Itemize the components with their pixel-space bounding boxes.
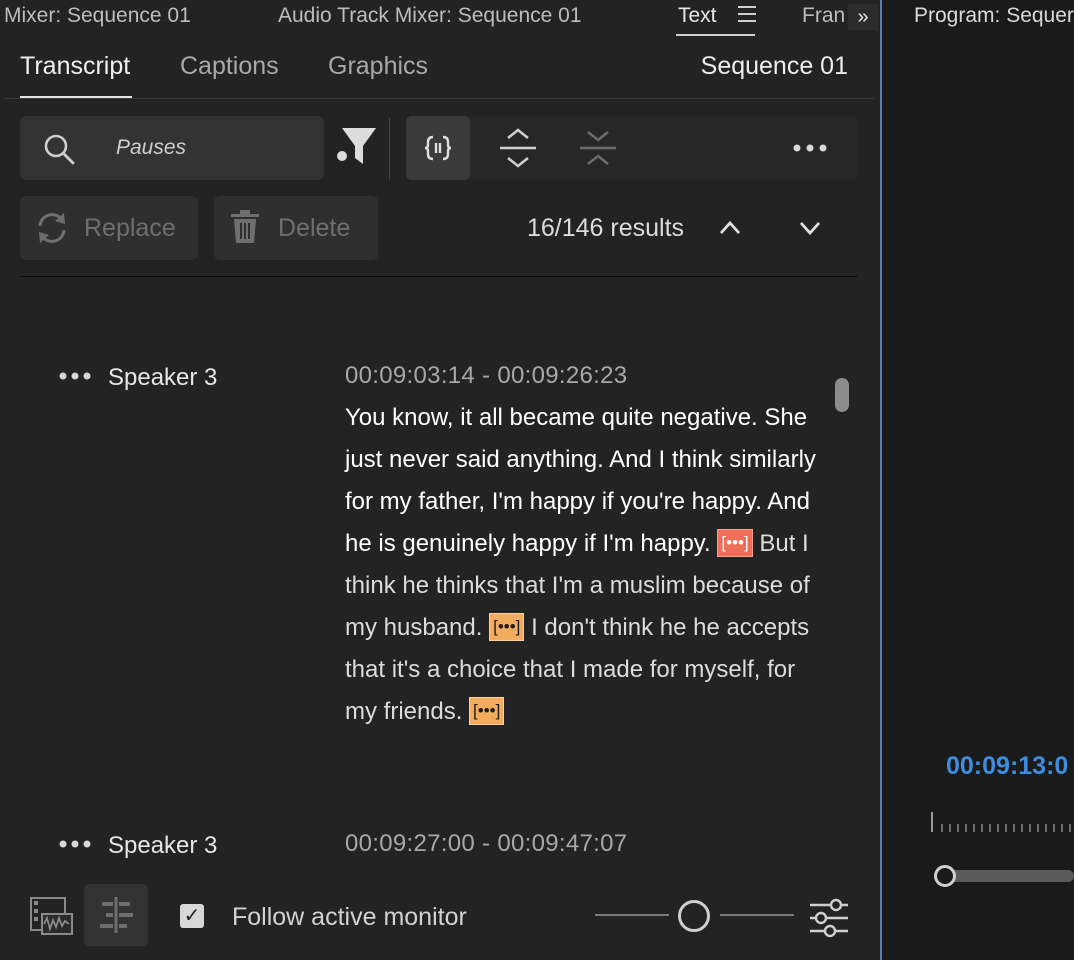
filter-icon[interactable]	[334, 126, 380, 170]
transcript-layout-icon	[100, 897, 133, 933]
pause-marker[interactable]: [•••]	[489, 612, 525, 641]
transcript-paragraph[interactable]: You know, it all became quite negative. …	[345, 397, 825, 733]
segment-timecode: 00:09:27:00 - 00:09:47:07	[345, 830, 628, 857]
time-ruler[interactable]	[930, 812, 1074, 834]
toolbar-strip	[406, 116, 858, 180]
tab-program-monitor[interactable]: Program: Sequer	[914, 4, 1074, 28]
follow-monitor-label: Follow active monitor	[232, 903, 467, 931]
speaker-more-icon[interactable]	[58, 838, 92, 850]
zoom-slider-track[interactable]	[595, 914, 669, 916]
speaker-label[interactable]: Speaker 3	[108, 832, 217, 860]
program-timecode[interactable]: 00:09:13:0	[946, 752, 1068, 781]
previous-result-icon[interactable]	[718, 218, 742, 238]
settings-sliders-icon[interactable]	[808, 898, 850, 938]
segment-timecode: 00:09:03:14 - 00:09:26:23	[345, 362, 628, 389]
results-count: 16/146 results	[527, 214, 685, 242]
tab-graphics[interactable]: Graphics	[328, 52, 428, 81]
speaker-label[interactable]: Speaker 3	[108, 364, 217, 392]
expand-icon[interactable]	[498, 128, 538, 168]
results-divider	[20, 276, 858, 277]
more-options-icon[interactable]	[792, 142, 828, 154]
tabs-overflow-icon[interactable]: »	[848, 4, 878, 30]
playhead-handle[interactable]	[934, 865, 956, 887]
scrollbar-thumb[interactable]	[835, 378, 849, 412]
transcript-panel: Mixer: Sequence 01 Audio Track Mixer: Se…	[0, 0, 880, 960]
replace-button[interactable]: Replace	[20, 196, 198, 260]
pause-marker[interactable]: [•••]	[469, 696, 505, 725]
tab-mixer[interactable]: Mixer: Sequence 01	[4, 4, 191, 28]
tab-text-underline	[676, 34, 755, 36]
tab-frame[interactable]: Fran	[802, 4, 844, 28]
follow-monitor-checkbox[interactable]: ✓	[180, 904, 204, 928]
sync-media-icon[interactable]	[30, 896, 74, 936]
tab-divider	[4, 98, 874, 99]
replace-label: Replace	[84, 214, 176, 242]
pause-marker-active[interactable]: [•••]	[717, 528, 753, 557]
tab-transcript[interactable]: Transcript	[20, 52, 130, 81]
delete-label: Delete	[278, 214, 351, 242]
search-icon	[44, 134, 75, 165]
pause-brackets-icon	[424, 135, 452, 161]
speaker-more-icon[interactable]	[58, 370, 92, 382]
sequence-name: Sequence 01	[700, 52, 848, 80]
trash-icon	[231, 210, 259, 243]
zoom-slider-track[interactable]	[720, 914, 794, 916]
tab-audio-track-mixer[interactable]: Audio Track Mixer: Sequence 01	[278, 4, 582, 28]
replace-icon	[38, 213, 66, 243]
delete-button[interactable]: Delete	[214, 196, 378, 260]
search-input[interactable]	[114, 130, 308, 166]
tab-captions[interactable]: Captions	[180, 52, 279, 81]
zoom-slider-handle[interactable]	[678, 900, 710, 932]
next-result-icon[interactable]	[798, 218, 822, 238]
panel-menu-icon[interactable]	[738, 6, 756, 22]
toolbar-divider	[389, 118, 390, 180]
playhead-track[interactable]	[944, 870, 1074, 882]
toggle-pauses-button[interactable]	[406, 116, 470, 180]
layout-toggle-button[interactable]	[84, 884, 148, 946]
tab-text[interactable]: Text	[678, 4, 717, 28]
search-box[interactable]	[20, 116, 324, 180]
collapse-icon[interactable]	[578, 128, 618, 168]
